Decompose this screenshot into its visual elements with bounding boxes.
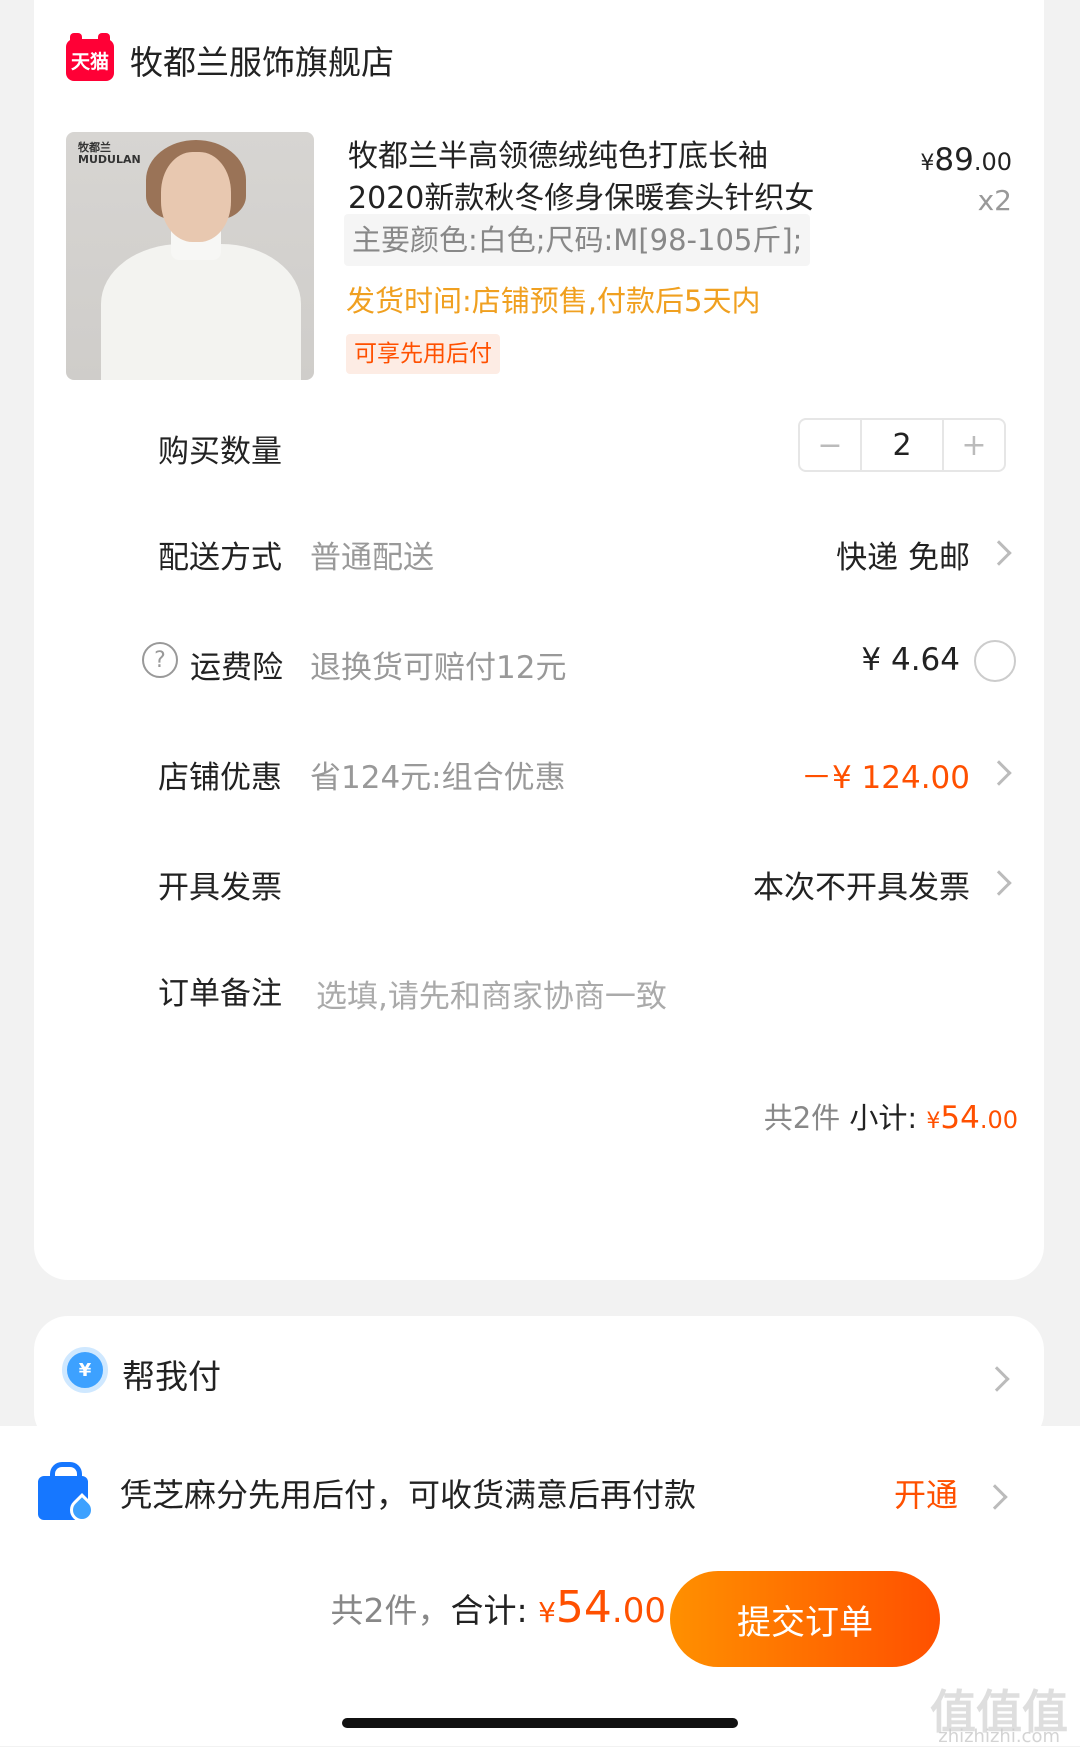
product-sku[interactable]: 主要颜色:白色;尺码:M[98-105斤]; [344, 214, 811, 266]
purchase-qty-label: 购买数量 [158, 434, 282, 470]
subtotal-label: 小计: [840, 1101, 927, 1135]
price-decimal: .00 [973, 148, 1012, 176]
product-image[interactable]: 牧都兰 MUDULAN [66, 132, 314, 380]
subtotal: 共2件 小计: ¥54.00 [764, 1095, 1018, 1137]
subtotal-integer: 54 [940, 1100, 980, 1136]
shop-header[interactable]: 天猫 牧都兰服饰旗舰店 [66, 33, 394, 84]
subtotal-count: 共2件 [763, 1101, 841, 1135]
shopping-bag-icon [38, 1462, 99, 1527]
invoice-label: 开具发票 [158, 870, 282, 906]
shipping-insurance-radio[interactable] [974, 640, 1016, 682]
shop-discount-label: 店铺优惠 [158, 760, 282, 796]
total-count: 共2件， [330, 1591, 451, 1630]
shipping-insurance-price: ¥ 4.64 [861, 642, 960, 678]
product-image-face [161, 152, 231, 242]
pay-later-tag: 可享先用后付 [346, 334, 500, 374]
order-card: 天猫 牧都兰服饰旗舰店 牧都兰 MUDULAN 牧都兰半高领德绒纯色打底长袖20… [34, 0, 1044, 1280]
order-total: 共2件，合计: ¥54.00 [330, 1582, 666, 1633]
help-question-icon[interactable]: ? [142, 642, 178, 678]
product-price: ¥89.00 [920, 142, 1012, 178]
delivery-sub: 普通配送 [310, 540, 434, 576]
subtotal-decimal: .00 [979, 1106, 1018, 1134]
decrease-button[interactable]: − [800, 420, 860, 470]
shop-discount-sub: 省124元:组合优惠 [310, 760, 566, 796]
open-pay-later-link[interactable]: 开通 [894, 1470, 958, 1516]
total-label: 合计: [450, 1591, 539, 1630]
total-integer: 54 [555, 1582, 612, 1633]
total-decimal: .00 [611, 1591, 666, 1631]
help-pay-chevron-right-icon[interactable] [984, 1366, 1010, 1392]
price-integer: 89 [934, 142, 974, 178]
delivery-chevron-right-icon[interactable] [986, 540, 1012, 566]
total-price: ¥54.00 [538, 1582, 666, 1633]
increase-button[interactable]: + [944, 420, 1004, 470]
total-currency: ¥ [538, 1596, 556, 1629]
bottom-bar: 凭芝麻分先用后付，可收货满意后再付款 开通 共2件，合计: ¥54.00 提交订… [0, 1426, 1080, 1747]
banner-chevron-right-icon[interactable] [982, 1484, 1008, 1510]
subtotal-price: ¥54.00 [926, 1100, 1018, 1136]
shipping-insurance-sub: 退换货可赔付12元 [310, 650, 567, 686]
remark-input[interactable] [316, 972, 956, 1022]
product-title[interactable]: 牧都兰半高领德绒纯色打底长袖2020新款秋冬修身保暖套头针织女 [348, 136, 828, 220]
product-quantity: x2 [977, 184, 1012, 217]
product-image-body [101, 244, 301, 380]
yuan-coin-icon: ¥ [62, 1347, 108, 1393]
quantity-stepper: − 2 + [798, 418, 1006, 472]
invoice-value[interactable]: 本次不开具发票 [753, 862, 970, 907]
shop-discount-chevron-right-icon[interactable] [986, 760, 1012, 786]
watermark-url: zhizhizhi.com [938, 1726, 1060, 1747]
delivery-value[interactable]: 快递 免邮 [836, 532, 970, 577]
shop-discount-value[interactable]: －¥ 124.00 [801, 752, 970, 797]
product-brand-mark: 牧都兰 MUDULAN [78, 141, 141, 166]
shipping-insurance-label: 运费险 [190, 650, 283, 686]
quantity-value[interactable]: 2 [860, 420, 944, 470]
price-currency: ¥ [920, 151, 935, 176]
subtotal-currency: ¥ [926, 1109, 941, 1134]
remark-label: 订单备注 [158, 976, 282, 1012]
delivery-label: 配送方式 [158, 540, 282, 576]
help-pay-label[interactable]: 帮我付 [122, 1350, 221, 1398]
submit-order-button[interactable]: 提交订单 [670, 1571, 940, 1667]
shop-name[interactable]: 牧都兰服饰旗舰店 [130, 36, 394, 84]
ship-time: 发货时间:店铺预售,付款后5天内 [346, 284, 761, 318]
home-indicator[interactable] [342, 1718, 738, 1728]
pay-later-banner-text: 凭芝麻分先用后付，可收货满意后再付款 [120, 1476, 697, 1514]
tmall-logo-icon: 天猫 [66, 33, 114, 81]
invoice-chevron-right-icon[interactable] [986, 870, 1012, 896]
